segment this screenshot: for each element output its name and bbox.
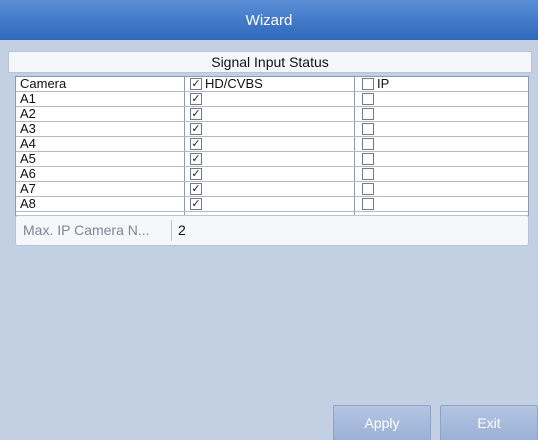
- table-row: A6 ✓: [16, 167, 528, 182]
- signal-input-table: Camera ✓ HD/CVBS IP A1 ✓ A2 ✓ A3 ✓ A4 ✓ A5 ✓ A6 ✓ A7…: [15, 76, 529, 216]
- table-row: A1 ✓: [16, 92, 528, 107]
- ip-checkbox[interactable]: [362, 153, 374, 165]
- apply-button-label: Apply: [364, 415, 400, 431]
- max-ip-camera-row: Max. IP Camera N... 2: [15, 215, 529, 246]
- ip-checkbox[interactable]: [362, 183, 374, 195]
- camera-name: A2: [20, 106, 36, 121]
- hd-checkbox[interactable]: ✓: [190, 138, 202, 150]
- table-row: A2 ✓: [16, 107, 528, 122]
- table-row: A8 ✓: [16, 197, 528, 212]
- hd-checkbox[interactable]: ✓: [190, 153, 202, 165]
- hd-checkbox[interactable]: ✓: [190, 93, 202, 105]
- hd-checkbox[interactable]: ✓: [190, 168, 202, 180]
- hd-checkbox[interactable]: ✓: [190, 198, 202, 210]
- camera-name: A8: [20, 196, 36, 211]
- camera-name: A4: [20, 136, 36, 151]
- ip-checkbox[interactable]: [362, 108, 374, 120]
- apply-button[interactable]: Apply: [333, 405, 431, 440]
- header-camera: Camera: [20, 76, 67, 91]
- table-row: A4 ✓: [16, 137, 528, 152]
- max-ip-camera-label: Max. IP Camera N...: [23, 222, 150, 238]
- camera-name: A3: [20, 121, 36, 136]
- camera-name: A5: [20, 151, 36, 166]
- exit-button-label: Exit: [477, 415, 501, 431]
- camera-name: A7: [20, 181, 36, 196]
- hd-checkbox[interactable]: ✓: [190, 123, 202, 135]
- exit-button[interactable]: Exit: [440, 405, 538, 440]
- header-hd-label: HD/CVBS: [205, 76, 263, 91]
- camera-name: A1: [20, 91, 36, 106]
- ip-checkbox[interactable]: [362, 138, 374, 150]
- section-title-text: Signal Input Status: [211, 54, 329, 70]
- max-ip-camera-value[interactable]: 2: [178, 216, 186, 245]
- window-title-bar: Wizard: [0, 0, 538, 40]
- header-ip-checkbox[interactable]: [362, 78, 374, 90]
- camera-name: A6: [20, 166, 36, 181]
- ip-checkbox[interactable]: [362, 198, 374, 210]
- table-row: A7 ✓: [16, 182, 528, 197]
- hd-checkbox[interactable]: ✓: [190, 183, 202, 195]
- field-divider: [171, 220, 172, 241]
- table-header-row: Camera ✓ HD/CVBS IP: [16, 77, 528, 92]
- table-row: A5 ✓: [16, 152, 528, 167]
- ip-checkbox[interactable]: [362, 123, 374, 135]
- header-hd-checkbox[interactable]: ✓: [190, 78, 202, 90]
- ip-checkbox[interactable]: [362, 168, 374, 180]
- ip-checkbox[interactable]: [362, 93, 374, 105]
- table-row: A3 ✓: [16, 122, 528, 137]
- hd-checkbox[interactable]: ✓: [190, 108, 202, 120]
- section-title: Signal Input Status: [8, 51, 532, 73]
- header-ip-label: IP: [377, 76, 390, 91]
- window-title: Wizard: [245, 11, 293, 29]
